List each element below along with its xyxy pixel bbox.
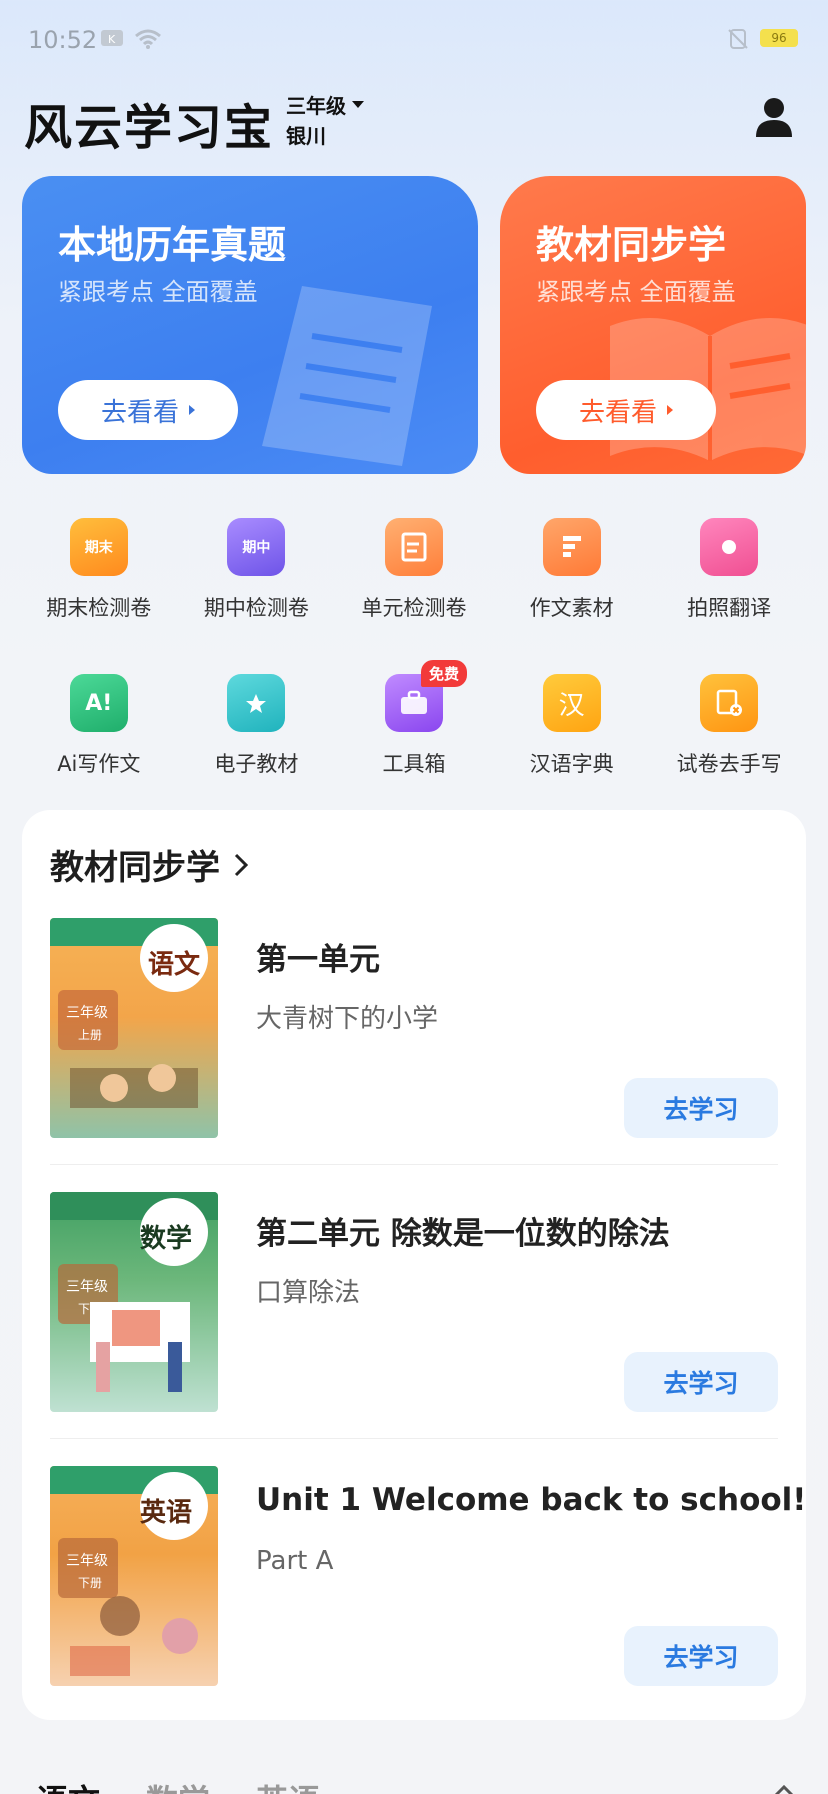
grid-label: 汉语字典: [529, 752, 614, 776]
grade-selector[interactable]: 三年级: [286, 90, 364, 119]
cover-title: 语文: [148, 950, 201, 980]
tab-math[interactable]: 数学: [146, 1776, 210, 1794]
cover-grade: 三年级: [66, 1553, 108, 1569]
ai-essay-item[interactable]: A! Ai写作文: [20, 674, 178, 778]
grid-label: 拍照翻译: [687, 596, 772, 620]
cover-grade: 三年级: [66, 1005, 108, 1021]
go-learn-button[interactable]: 去学习: [624, 1352, 778, 1412]
arrow-right-icon: [667, 405, 673, 415]
lesson-item[interactable]: 英语 三年级 下册 Unit 1 Welcome back to school!…: [50, 1466, 806, 1688]
grid-label: Ai写作文: [57, 752, 141, 776]
lesson-subtitle: 口算除法: [256, 1278, 361, 1308]
expand-icon[interactable]: [774, 1782, 794, 1794]
essay-material-icon: [542, 518, 601, 576]
free-badge: 免费: [420, 660, 467, 687]
lesson-item[interactable]: 数学 三年级 下册 第二单元 除数是一位数的除法 口算除法 去学习: [50, 1192, 778, 1414]
cover-title: 英语: [140, 1498, 193, 1528]
remove-handwriting-item[interactable]: 试卷去手写: [650, 674, 808, 778]
math-textbook-cover: 数学 三年级 下册: [50, 1192, 218, 1412]
go-see-button[interactable]: 去看看: [536, 380, 716, 440]
section-header-link[interactable]: 教材同步学: [50, 840, 248, 889]
feature-grid-row-1: 期末 期末检测卷 期中 期中检测卷 单元检测卷 作文素材 拍照翻译: [20, 518, 808, 622]
remove-handwriting-icon: [700, 674, 759, 732]
chinese-dictionary-item[interactable]: 汉 汉语字典: [493, 674, 651, 778]
e-textbook-item[interactable]: 电子教材: [178, 674, 336, 778]
lesson-title: Unit 1 Welcome back to school!: [256, 1482, 807, 1518]
textbook-sync-card: 教材同步学 语文 三年级 上册 第一单元 大青树下的小学 去学习 数学 三年级 …: [22, 810, 806, 1720]
photo-translate-item[interactable]: 拍照翻译: [650, 518, 808, 622]
go-learn-button[interactable]: 去学习: [624, 1626, 778, 1686]
city-label[interactable]: 银川: [286, 120, 326, 149]
final-exam-item[interactable]: 期末 期末检测卷: [20, 518, 178, 622]
grade-label: 三年级: [286, 94, 346, 118]
wifi-icon: [134, 28, 162, 54]
notification-icon: K: [100, 28, 124, 52]
chevron-right-icon: [234, 853, 248, 876]
banner-subtitle: 紧跟考点 全面覆盖: [58, 278, 258, 306]
go-see-button[interactable]: 去看看: [58, 380, 238, 440]
cover-term: 下册: [78, 1576, 103, 1590]
ai-essay-icon: A!: [69, 674, 128, 732]
button-label: 去看看: [578, 397, 657, 428]
unit-test-item[interactable]: 单元检测卷: [335, 518, 493, 622]
essay-material-item[interactable]: 作文素材: [493, 518, 651, 622]
toolbox-icon: 免费: [384, 660, 467, 732]
dropdown-caret-icon: [352, 100, 364, 108]
tab-chinese[interactable]: 语文: [36, 1776, 100, 1794]
divider: [50, 1164, 778, 1165]
button-label: 去看看: [100, 397, 179, 428]
grid-label: 试卷去手写: [676, 752, 782, 776]
status-time: 10:52: [28, 26, 98, 54]
grid-label: 工具箱: [382, 752, 446, 776]
grid-label: 作文素材: [529, 596, 614, 620]
arrow-right-icon: [189, 405, 195, 415]
exam-paper-icon: [262, 286, 432, 466]
divider: [50, 1438, 778, 1439]
lesson-title: 第一单元: [256, 942, 380, 978]
tab-english[interactable]: 英语: [256, 1776, 320, 1794]
chinese-textbook-cover: 语文 三年级 上册: [50, 918, 218, 1138]
cover-term: 上册: [78, 1028, 103, 1042]
feature-grid-row-2: A! Ai写作文 电子教材 免费 工具箱 汉 汉语字典 试卷去手写: [20, 660, 808, 778]
section-title: 教材同步学: [50, 848, 220, 888]
cover-term: 下册: [78, 1302, 103, 1316]
lesson-item[interactable]: 语文 三年级 上册 第一单元 大青树下的小学 去学习: [50, 918, 778, 1140]
photo-translate-icon: [700, 518, 759, 576]
app-title: 风云学习宝: [24, 100, 275, 156]
chinese-dictionary-icon: 汉: [542, 674, 601, 732]
final-exam-icon: 期末: [69, 518, 128, 576]
lesson-title: 第二单元 除数是一位数的除法: [256, 1216, 670, 1252]
grid-label: 单元检测卷: [361, 596, 467, 620]
banner-title: 本地历年真题: [58, 223, 287, 267]
midterm-exam-item[interactable]: 期中 期中检测卷: [178, 518, 336, 622]
banner-title: 教材同步学: [536, 223, 727, 267]
lesson-subtitle: 大青树下的小学: [256, 1004, 439, 1034]
status-bar: 10:52 K 96: [0, 0, 828, 80]
english-textbook-cover: 英语 三年级 下册: [50, 1466, 218, 1686]
svg-text:K: K: [108, 33, 116, 46]
unit-test-icon: [384, 518, 443, 576]
subject-tabs: 语文 数学 英语: [36, 1776, 320, 1794]
user-profile-icon[interactable]: [754, 96, 794, 138]
grid-label: 期末检测卷: [46, 596, 152, 620]
toolbox-item[interactable]: 免费 工具箱: [335, 660, 493, 778]
lesson-subtitle: Part A: [256, 1546, 334, 1576]
grid-label: 电子教材: [214, 752, 299, 776]
midterm-exam-icon: 期中: [227, 518, 286, 576]
banner-subtitle: 紧跟考点 全面覆盖: [536, 278, 736, 306]
go-learn-button[interactable]: 去学习: [624, 1078, 778, 1138]
textbook-sync-banner[interactable]: 教材同步学 紧跟考点 全面覆盖 去看看: [500, 176, 806, 474]
e-textbook-icon: [227, 674, 286, 732]
grid-label: 期中检测卷: [203, 596, 309, 620]
past-exams-banner[interactable]: 本地历年真题 紧跟考点 全面覆盖 去看看: [22, 176, 478, 474]
cover-title: 数学: [140, 1224, 193, 1254]
silent-icon: [728, 28, 748, 54]
battery-icon: 96: [760, 29, 798, 47]
cover-grade: 三年级: [66, 1279, 108, 1295]
